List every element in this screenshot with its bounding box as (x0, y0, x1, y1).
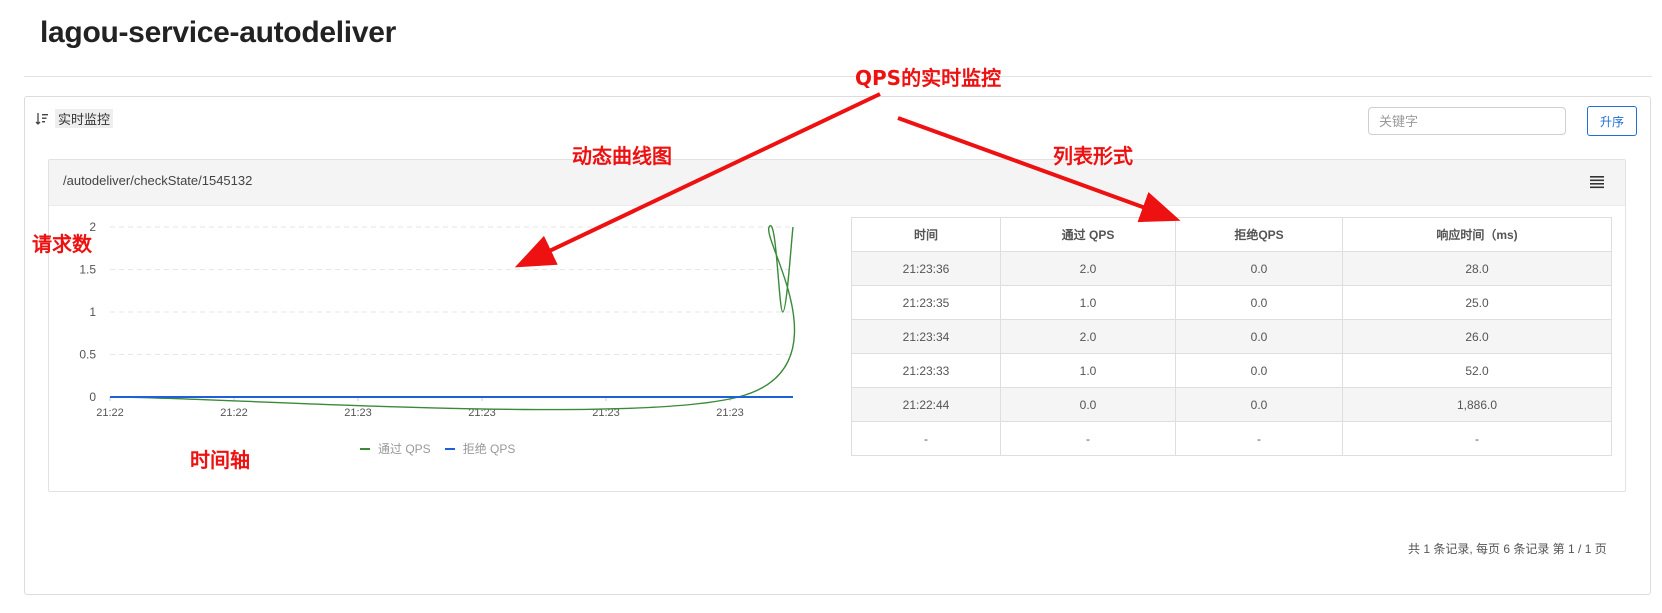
cell-response-time: 25.0 (1342, 285, 1612, 320)
cell-time: - (851, 421, 1001, 456)
cell-block-qps: - (1175, 421, 1343, 456)
annotation-dynamic-curve: 动态曲线图 (572, 144, 672, 168)
pagination-info: 共 1 条记录, 每页 6 条记录 第 1 / 1 页 (1408, 542, 1607, 556)
cell-block-qps: 0.0 (1175, 251, 1343, 286)
panel-header-label: 实时监控 (55, 109, 114, 128)
cell-response-time: 1,886.0 (1342, 387, 1612, 422)
sort-list-icon (35, 112, 48, 125)
cell-time: 21:23:33 (851, 353, 1001, 388)
annotation-list-form: 列表形式 (1053, 144, 1133, 168)
sort-ascending-button[interactable]: 升序 (1587, 106, 1637, 136)
qps-line-chart: 00.511.5221:22 21:22 21:23 21:23 21:23 21:23 (79, 220, 796, 419)
legend-swatch-pass-qps (360, 447, 370, 450)
cell-block-qps: 0.0 (1175, 353, 1343, 388)
x-tick-label: 21:23 (344, 407, 372, 419)
cell-response-time: 52.0 (1342, 353, 1612, 388)
series-line-pass-qps (109, 225, 796, 411)
table-row: 21:22:44 0.0 0.0 1,886.0 (851, 387, 1612, 422)
title-divider (24, 76, 1652, 77)
table-row: - - - - (851, 421, 1612, 456)
column-header-block-qps: 拒绝QPS (1175, 217, 1343, 252)
table-row: 21:23:35 1.0 0.0 25.0 (851, 285, 1612, 320)
cell-pass-qps: 2.0 (1000, 319, 1176, 354)
legend-item-block-qps[interactable]: 拒绝 QPS (444, 440, 516, 457)
cell-pass-qps: - (1000, 421, 1176, 456)
cell-block-qps: 0.0 (1175, 387, 1343, 422)
annotation-qps-realtime: QPS的实时监控 (855, 66, 1002, 90)
legend-item-pass-qps[interactable]: 通过 QPS (360, 440, 431, 457)
cell-pass-qps: 1.0 (1000, 285, 1176, 320)
column-header-time: 时间 (851, 217, 1001, 252)
legend-label-pass-qps: 通过 QPS (378, 442, 431, 456)
panel-header: 实时监控 (35, 109, 114, 128)
table-header-row: 时间 通过 QPS 拒绝QPS 响应时间（ms) (851, 217, 1612, 252)
cell-block-qps: 0.0 (1175, 319, 1343, 354)
cell-pass-qps: 1.0 (1000, 353, 1176, 388)
annotation-time-axis: 时间轴 (190, 448, 250, 472)
y-tick-label: 1 (89, 305, 96, 319)
resource-path: /autodeliver/checkState/1545132 (63, 173, 253, 188)
hamburger-menu-icon[interactable] (1589, 175, 1605, 189)
legend-label-block-qps: 拒绝 QPS (462, 442, 516, 456)
y-tick-label: 0 (89, 390, 96, 404)
cell-time: 21:22:44 (851, 387, 1001, 422)
cell-block-qps: 0.0 (1175, 285, 1343, 320)
x-tick-label: 21:22 (220, 407, 248, 419)
column-header-response-time: 响应时间（ms) (1342, 217, 1612, 252)
cell-time: 21:23:35 (851, 285, 1001, 320)
resource-card-header: /autodeliver/checkState/1545132 (49, 160, 1625, 206)
cell-time: 21:23:36 (851, 251, 1001, 286)
y-tick-label: 0.5 (79, 348, 96, 362)
x-tick-label: 21:23 (716, 407, 744, 419)
annotation-request-count: 请求数 (32, 232, 92, 256)
table-row: 21:23:34 2.0 0.0 26.0 (851, 319, 1612, 354)
y-tick-label: 1.5 (79, 263, 96, 277)
x-tick-label: 21:22 (96, 407, 124, 419)
qps-table: 时间 通过 QPS 拒绝QPS 响应时间（ms) 21:23:36 2.0 0.… (851, 217, 1612, 456)
table-row: 21:23:33 1.0 0.0 52.0 (851, 353, 1612, 388)
cell-response-time: 28.0 (1342, 251, 1612, 286)
legend-swatch-block-qps (444, 447, 455, 450)
cell-time: 21:23:34 (851, 319, 1001, 354)
column-header-pass-qps: 通过 QPS (1000, 217, 1176, 252)
table-row: 21:23:36 2.0 0.0 28.0 (851, 251, 1612, 286)
cell-pass-qps: 0.0 (1000, 387, 1176, 422)
cell-response-time: 26.0 (1342, 319, 1612, 354)
keyword-search-input[interactable] (1368, 107, 1566, 135)
app-title: lagou-service-autodeliver (40, 16, 396, 49)
cell-pass-qps: 2.0 (1000, 251, 1176, 286)
chart-legend: 通过 QPS 拒绝 QPS (360, 440, 529, 457)
cell-response-time: - (1342, 421, 1612, 456)
